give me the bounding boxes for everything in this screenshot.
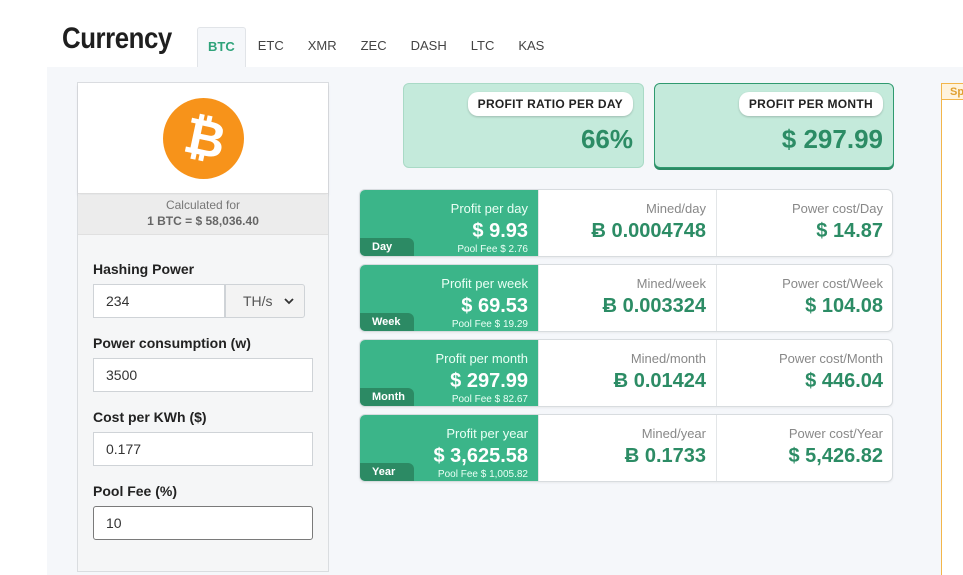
- power-cost-value: $ 104.08: [805, 295, 883, 317]
- power-cost-label: Power cost/Month: [778, 351, 883, 366]
- profit-label: Profit per week: [441, 276, 528, 291]
- tab-xmr[interactable]: XMR: [296, 27, 349, 67]
- calculated-for-label: Calculated for: [165, 198, 241, 212]
- rate-info: Calculated for 1 BTC = $ 58,036.40: [78, 195, 328, 235]
- tab-zec[interactable]: ZEC: [349, 27, 399, 67]
- profit-ratio-card: PROFIT RATIO PER DAY 66%: [403, 83, 644, 168]
- result-row-year: Profit per year $ 3,625.58 Pool Fee $ 1,…: [359, 414, 893, 482]
- power-cost-cell: Power cost/Year $ 5,426.82: [716, 415, 893, 481]
- profit-cell: Profit per week $ 69.53 Pool Fee $ 19.29…: [360, 265, 538, 331]
- mined-value: Ƀ 0.003324: [602, 295, 706, 317]
- power-cost-cell: Power cost/Month $ 446.04: [716, 340, 893, 406]
- profit-month-card: PROFIT PER MONTH $ 297.99: [654, 83, 894, 168]
- period-tag: Month: [360, 388, 414, 406]
- chevron-down-icon: [284, 297, 294, 304]
- profit-ratio-label: PROFIT RATIO PER DAY: [467, 92, 633, 116]
- hashing-unit-value: TH/s: [243, 293, 273, 309]
- mined-value: Ƀ 0.1733: [624, 445, 706, 467]
- currency-tabs: BTC ETC XMR ZEC DASH LTC KAS: [197, 27, 556, 67]
- mined-cell: Mined/month Ƀ 0.01424: [538, 340, 716, 406]
- period-tag: Year: [360, 463, 414, 481]
- profit-value: $ 9.93: [472, 220, 528, 242]
- power-cost-value: $ 446.04: [805, 370, 883, 392]
- profit-label: Profit per month: [435, 351, 529, 366]
- result-row-week: Profit per week $ 69.53 Pool Fee $ 19.29…: [359, 264, 893, 332]
- profit-month-label: PROFIT PER MONTH: [738, 92, 883, 116]
- tab-kas[interactable]: KAS: [506, 27, 556, 67]
- tab-dash[interactable]: DASH: [399, 27, 459, 67]
- mined-value: Ƀ 0.0004748: [591, 220, 706, 242]
- page-title: Currency: [62, 22, 172, 55]
- power-cost-label: Power cost/Week: [782, 276, 883, 291]
- mined-label: Mined/day: [646, 201, 706, 216]
- profit-ratio-value: 66%: [580, 124, 633, 154]
- pool-fee-label: Pool Fee (%): [93, 483, 178, 499]
- btc-rate: 1 BTC = $ 58,036.40: [147, 214, 259, 228]
- period-tag: Day: [360, 238, 414, 256]
- profit-value: $ 69.53: [461, 295, 528, 317]
- sponsor-tag: Sp: [942, 83, 963, 100]
- calculator-panel: ₿ Calculated for 1 BTC = $ 58,036.40 Has…: [77, 82, 329, 572]
- pool-fee-value: Pool Fee $ 1,005.82: [437, 469, 528, 480]
- mined-cell: Mined/week Ƀ 0.003324: [538, 265, 716, 331]
- power-cost-cell: Power cost/Day $ 14.87: [716, 190, 893, 256]
- mined-cell: Mined/year Ƀ 0.1733: [538, 415, 716, 481]
- power-cost-value: $ 5,426.82: [788, 445, 883, 467]
- mined-label: Mined/week: [636, 276, 706, 291]
- mined-label: Mined/year: [641, 426, 706, 441]
- profit-month-value: $ 297.99: [781, 124, 883, 154]
- mined-cell: Mined/day Ƀ 0.0004748: [538, 190, 716, 256]
- period-tag: Week: [360, 313, 414, 331]
- profit-value: $ 297.99: [450, 370, 528, 392]
- tab-ltc[interactable]: LTC: [459, 27, 507, 67]
- power-cost-value: $ 14.87: [816, 220, 883, 242]
- tab-etc[interactable]: ETC: [246, 27, 296, 67]
- power-cost-label: Power cost/Day: [791, 201, 883, 216]
- result-row-month: Profit per month $ 297.99 Pool Fee $ 82.…: [359, 339, 893, 407]
- power-consumption-input[interactable]: [93, 358, 313, 392]
- profit-cell: Profit per year $ 3,625.58 Pool Fee $ 1,…: [360, 415, 538, 481]
- profit-cell: Profit per day $ 9.93 Pool Fee $ 2.76 Da…: [360, 190, 538, 256]
- cost-per-kwh-label: Cost per KWh ($): [93, 409, 207, 425]
- profit-label: Profit per year: [446, 426, 528, 441]
- sponsor-panel: Sp: [941, 83, 963, 575]
- power-cost-cell: Power cost/Week $ 104.08: [716, 265, 893, 331]
- mined-label: Mined/month: [630, 351, 706, 366]
- mined-value: Ƀ 0.01424: [613, 370, 706, 392]
- power-consumption-label: Power consumption (w): [93, 335, 251, 351]
- cost-per-kwh-input[interactable]: [93, 432, 313, 466]
- profit-cell: Profit per month $ 297.99 Pool Fee $ 82.…: [360, 340, 538, 406]
- hashing-power-input[interactable]: [93, 284, 225, 318]
- pool-fee-value: Pool Fee $ 82.67: [451, 394, 528, 405]
- tab-btc[interactable]: BTC: [197, 27, 246, 67]
- pool-fee-value: Pool Fee $ 2.76: [457, 244, 528, 255]
- profit-value: $ 3,625.58: [433, 445, 528, 467]
- hashing-power-label: Hashing Power: [93, 261, 195, 277]
- hashing-unit-select[interactable]: TH/s: [225, 284, 305, 318]
- result-row-day: Profit per day $ 9.93 Pool Fee $ 2.76 Da…: [359, 189, 893, 257]
- profit-label: Profit per day: [450, 201, 528, 216]
- coin-box: ₿: [78, 83, 328, 194]
- bitcoin-icon: ₿: [163, 98, 244, 179]
- pool-fee-input[interactable]: [93, 506, 313, 540]
- pool-fee-value: Pool Fee $ 19.29: [451, 319, 528, 330]
- power-cost-label: Power cost/Year: [788, 426, 883, 441]
